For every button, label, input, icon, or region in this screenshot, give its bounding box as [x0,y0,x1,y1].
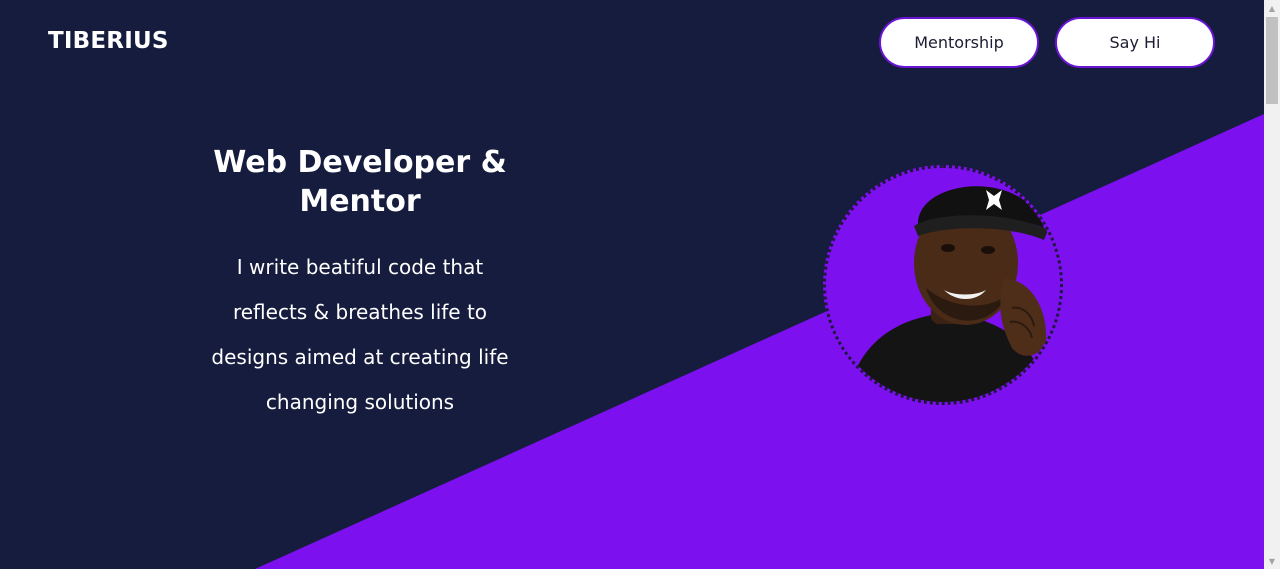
say-hi-button[interactable]: Say Hi [1055,17,1215,68]
hero-title: Web Developer & Mentor [213,145,507,219]
page-viewport: TIBERIUS Mentorship Say Hi Web Developer… [0,0,1264,569]
avatar [823,165,1063,405]
scrollbar-thumb[interactable] [1266,17,1278,104]
mentorship-button[interactable]: Mentorship [879,17,1039,68]
hero-description: I write beatiful code that reflects & br… [211,255,509,414]
brand-logo[interactable]: TIBERIUS [48,28,169,54]
vertical-scrollbar[interactable]: ▲ ▼ [1264,0,1280,569]
diagonal-accent-background [255,114,1264,569]
scroll-down-icon[interactable]: ▼ [1264,553,1280,569]
scroll-up-icon[interactable]: ▲ [1264,0,1280,16]
portrait-photo-icon [846,186,1051,402]
